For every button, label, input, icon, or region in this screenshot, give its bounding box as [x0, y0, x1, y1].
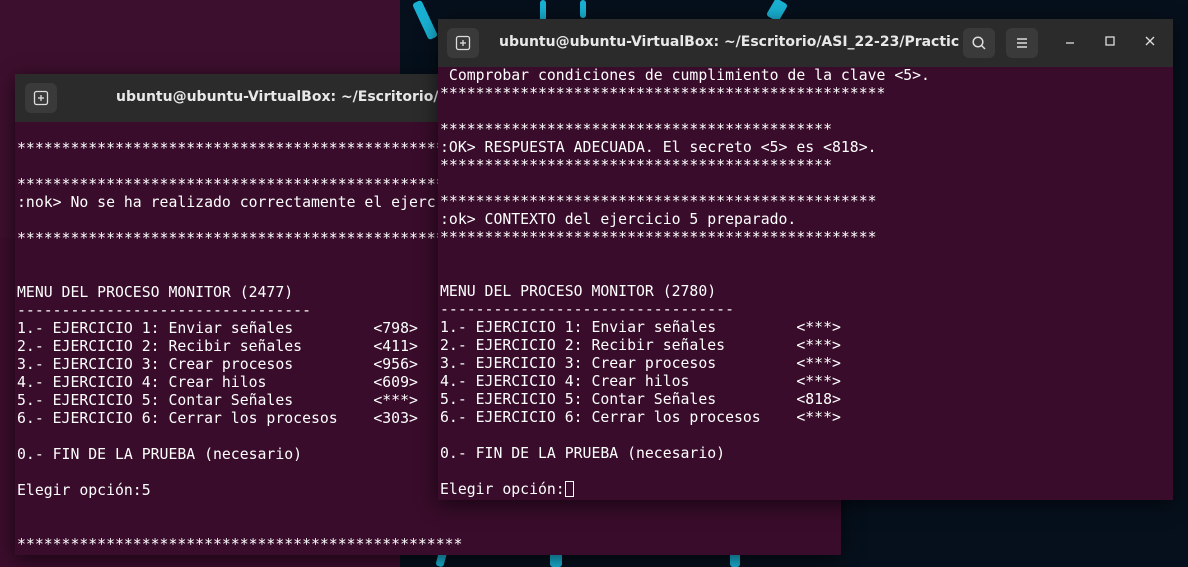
terminal-line: 6.- EJERCICIO 6: Cerrar los procesos <30…: [17, 410, 418, 427]
search-icon: [972, 36, 986, 50]
terminal-line: ****************************************…: [17, 140, 463, 157]
minimize-button[interactable]: [1061, 34, 1079, 52]
close-icon: [1145, 36, 1155, 46]
terminal-line: ****************************************…: [440, 229, 877, 246]
terminal-line: ---------------------------------: [440, 301, 734, 318]
terminal-line: 1.- EJERCICIO 1: Enviar señales <798>: [17, 320, 418, 337]
terminal-line: :nok> No se ha realizado correctamente e…: [17, 194, 436, 211]
terminal-output[interactable]: Comprobar condiciones de cumplimiento de…: [438, 67, 1173, 500]
terminal-line: ****************************************…: [440, 121, 832, 138]
minimize-icon: [1066, 42, 1074, 44]
terminal-line: :OK> RESPUESTA ADECUADA. El secreto <5> …: [440, 139, 877, 156]
titlebar[interactable]: ubuntu@ubuntu-VirtualBox: ~/Escritorio/A…: [438, 19, 1173, 67]
terminal-line: MENU DEL PROCESO MONITOR (2477): [17, 284, 294, 301]
text-cursor: [564, 481, 574, 497]
terminal-line: 2.- EJERCICIO 2: Recibir señales <***>: [440, 337, 841, 354]
new-tab-icon: [455, 35, 471, 51]
terminal-line: ****************************************…: [440, 85, 886, 102]
terminal-line: 0.- FIN DE LA PRUEBA (necesario): [440, 445, 726, 462]
terminal-line: 2.- EJERCICIO 2: Recibir señales <411>: [17, 338, 418, 355]
terminal-line: ****************************************…: [440, 157, 832, 174]
terminal-line: 3.- EJERCICIO 3: Crear procesos <***>: [440, 355, 841, 372]
terminal-line: Comprobar condiciones de cumplimiento de…: [440, 67, 930, 84]
terminal-line: ****************************************…: [440, 193, 877, 210]
terminal-line: 3.- EJERCICIO 3: Crear procesos <956>: [17, 356, 418, 373]
menu-button[interactable]: [1006, 28, 1038, 58]
terminal-line: Elegir opción:5: [17, 482, 151, 499]
terminal-line: 4.- EJERCICIO 4: Crear hilos <609>: [17, 374, 418, 391]
terminal-window-foreground[interactable]: ubuntu@ubuntu-VirtualBox: ~/Escritorio/A…: [438, 19, 1173, 500]
new-tab-button[interactable]: [447, 28, 479, 58]
terminal-line: 5.- EJERCICIO 5: Contar Señales <***>: [17, 392, 418, 409]
terminal-line: 5.- EJERCICIO 5: Contar Señales <818>: [440, 391, 841, 408]
search-button[interactable]: [963, 28, 995, 58]
window-title: ubuntu@ubuntu-VirtualBox: ~/Escritorio/A…: [116, 89, 446, 105]
terminal-line: ****************************************…: [17, 230, 463, 247]
terminal-line: 6.- EJERCICIO 6: Cerrar los procesos <**…: [440, 409, 841, 426]
terminal-line: 1.- EJERCICIO 1: Enviar señales <***>: [440, 319, 841, 336]
terminal-prompt-line[interactable]: Elegir opción:: [440, 481, 574, 499]
terminal-line: 4.- EJERCICIO 4: Crear hilos <***>: [440, 373, 841, 390]
hamburger-menu-icon: [1017, 38, 1027, 48]
terminal-line: MENU DEL PROCESO MONITOR (2780): [440, 283, 717, 300]
terminal-line: ---------------------------------: [17, 302, 311, 319]
new-tab-icon: [33, 90, 49, 106]
terminal-line: ****************************************…: [17, 536, 463, 553]
maximize-icon: [1105, 36, 1115, 46]
terminal-line: :ok> CONTEXTO del ejercicio 5 preparado.: [440, 211, 797, 228]
window-title: ubuntu@ubuntu-VirtualBox: ~/Escritorio/A…: [499, 34, 959, 50]
terminal-line: 0.- FIN DE LA PRUEBA (necesario): [17, 446, 303, 463]
prompt-text: Elegir opción:: [440, 481, 565, 498]
close-button[interactable]: [1141, 34, 1159, 52]
terminal-line: ****************************************…: [17, 176, 463, 193]
new-tab-button[interactable]: [25, 83, 57, 113]
maximize-button[interactable]: [1101, 34, 1119, 52]
